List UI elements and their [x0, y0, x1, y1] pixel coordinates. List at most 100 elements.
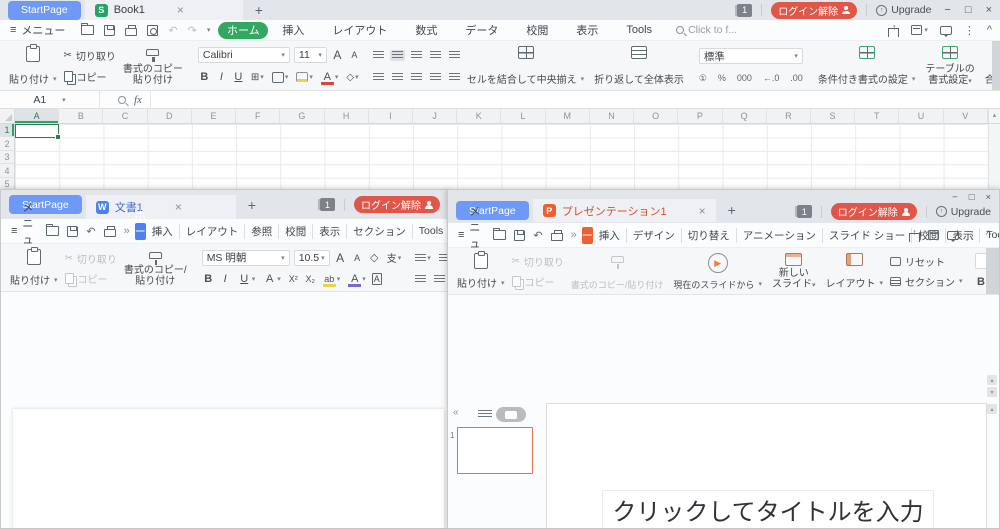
undo-icon[interactable]: ↶ — [533, 229, 542, 242]
superscript-button[interactable]: X² — [287, 272, 300, 286]
wrap-text-button[interactable]: 折り返して全体表示 — [589, 44, 689, 88]
column-header[interactable]: F — [236, 109, 280, 123]
scroll-up-icon[interactable]: ▴ — [993, 111, 997, 119]
select-all-corner[interactable] — [0, 109, 15, 123]
text-tool-button[interactable]: 支▾ — [385, 249, 404, 266]
column-header[interactable]: K — [457, 109, 501, 123]
copy-button[interactable]: コピー — [65, 271, 117, 286]
format-painter-button[interactable]: 書式のコピー貼り付け — [118, 44, 188, 88]
save-icon[interactable] — [104, 25, 115, 36]
more-commands-icon[interactable]: » — [571, 229, 577, 241]
format-painter-button[interactable]: 書式のコピー/貼り付け — [566, 251, 669, 292]
window-count-badge[interactable]: 1 — [797, 205, 812, 218]
ribbon-tab[interactable]: 表示 — [562, 22, 612, 38]
name-box[interactable]: A1▾ — [0, 91, 100, 108]
shrink-font-button[interactable]: A — [348, 48, 361, 62]
ribbon-tab[interactable]: Tools — [612, 24, 666, 36]
title-placeholder[interactable]: クリックしてタイトルを入力 — [602, 490, 934, 529]
column-header[interactable]: J — [413, 109, 457, 123]
char-border-button[interactable]: A — [372, 273, 382, 285]
thumbnail-view-toggle[interactable] — [496, 407, 526, 422]
share-icon[interactable] — [888, 28, 899, 37]
column-header[interactable]: E — [192, 109, 236, 123]
undo-icon[interactable]: ↶ — [168, 24, 177, 37]
number-format-button[interactable]: % — [718, 73, 726, 83]
distribute-button[interactable] — [447, 72, 462, 83]
align-left-button[interactable] — [371, 72, 386, 83]
slide-thumbnail[interactable] — [457, 427, 533, 474]
column-header[interactable]: M — [546, 109, 590, 123]
cell-style-button[interactable]: ▾ — [270, 71, 291, 84]
align-middle-button[interactable] — [390, 50, 405, 61]
align-right-button[interactable] — [409, 72, 424, 83]
collapse-panel-icon[interactable]: « — [453, 407, 459, 418]
share-icon[interactable] — [909, 233, 920, 242]
subscript-button[interactable]: X₂ — [304, 272, 317, 286]
cut-button[interactable]: ✂切り取り — [512, 254, 564, 269]
increase-indent-button[interactable] — [447, 50, 462, 61]
tab-home[interactable]: ホーム — [218, 22, 268, 39]
font-size-select[interactable]: 10.5▾ — [294, 250, 330, 266]
column-header[interactable]: R — [767, 109, 811, 123]
conditional-format-button[interactable]: 条件付き書式の設定▾ — [813, 44, 921, 88]
char-shading-button[interactable]: A▾ — [261, 271, 283, 287]
open-icon[interactable] — [493, 230, 506, 240]
number-format-select[interactable]: 標準▾ — [699, 48, 803, 64]
column-header[interactable]: A — [15, 109, 59, 123]
vertical-scrollbar[interactable]: ▴ — [988, 109, 1000, 123]
column-header[interactable]: Q — [723, 109, 767, 123]
highlight-button[interactable]: ab▾ — [321, 271, 343, 287]
save-icon[interactable] — [514, 230, 525, 241]
clear-format-button[interactable]: ◇▾ — [344, 71, 360, 84]
ribbon-tab[interactable]: 挿入 — [593, 228, 627, 243]
ribbon-tab[interactable]: スライド ショー — [823, 228, 912, 243]
column-header[interactable]: V — [944, 109, 988, 123]
reset-button[interactable]: リセット — [890, 254, 963, 269]
comment-icon[interactable] — [947, 231, 959, 240]
format-as-table-button[interactable]: テーブルの書式設定▾ — [920, 44, 979, 88]
ribbon-tab[interactable]: Tools — [413, 225, 449, 237]
customize-qat-icon[interactable]: ▾ — [207, 26, 211, 34]
restore-button[interactable]: □ — [965, 4, 972, 16]
bullets-button[interactable]: ▾ — [413, 253, 433, 264]
column-header[interactable]: S — [811, 109, 855, 123]
tab-presentation1[interactable]: P プレゼンテーション1 × — [533, 199, 716, 222]
number-format-button[interactable]: ① — [699, 73, 707, 84]
new-tab-button[interactable]: + — [248, 197, 256, 213]
comment-icon[interactable] — [940, 26, 952, 35]
cell-area[interactable] — [15, 124, 988, 194]
column-header[interactable]: U — [899, 109, 943, 123]
paste-button[interactable]: 貼り付け▾ — [5, 247, 63, 289]
paste-button[interactable]: 貼り付け▾ — [4, 44, 62, 88]
number-format-button[interactable]: .00 — [790, 73, 803, 83]
align-center-button[interactable] — [432, 274, 447, 285]
font-color-button[interactable]: A▾ — [346, 271, 368, 287]
ribbon-tab[interactable]: 挿入 — [268, 22, 318, 38]
document-page[interactable]: ▾ — [13, 409, 444, 529]
fx-icon[interactable]: fx — [134, 94, 142, 106]
previous-slide-button[interactable]: ▴ — [987, 375, 997, 385]
window-count-badge[interactable]: 1 — [737, 4, 752, 17]
next-slide-button[interactable]: ▾ — [987, 387, 997, 397]
ribbon-tab[interactable]: 切り替え — [682, 228, 737, 243]
row-header[interactable]: 2 — [0, 137, 14, 150]
column-header[interactable]: O — [634, 109, 678, 123]
schedule-button[interactable]: ▾ — [911, 25, 928, 35]
ribbon-tab[interactable]: デザイン — [627, 228, 682, 243]
column-header[interactable]: C — [103, 109, 147, 123]
slide-canvas[interactable]: クリックしてタイトルを入力 クリックしてサブタイトルを入力 — [546, 403, 987, 529]
italic-button[interactable]: I — [215, 70, 228, 84]
logout-button[interactable]: ログイン解除 — [354, 196, 440, 213]
clear-format-button[interactable]: ◇ — [368, 251, 381, 265]
shrink-font-button[interactable]: A — [351, 251, 364, 265]
ribbon-tab[interactable]: 表示 — [313, 224, 347, 239]
undo-icon[interactable]: ↶ — [86, 225, 95, 238]
column-header[interactable]: D — [148, 109, 192, 123]
tab-home[interactable]: ホーム — [135, 223, 146, 240]
paste-button[interactable]: 貼り付け▾ — [452, 251, 510, 292]
vertical-scrollbar-track[interactable] — [988, 124, 1000, 194]
column-header[interactable]: I — [369, 109, 413, 123]
row-header[interactable]: 4 — [0, 164, 14, 177]
close-tab-icon[interactable]: × — [175, 200, 182, 214]
row-header[interactable]: 3 — [0, 151, 14, 164]
